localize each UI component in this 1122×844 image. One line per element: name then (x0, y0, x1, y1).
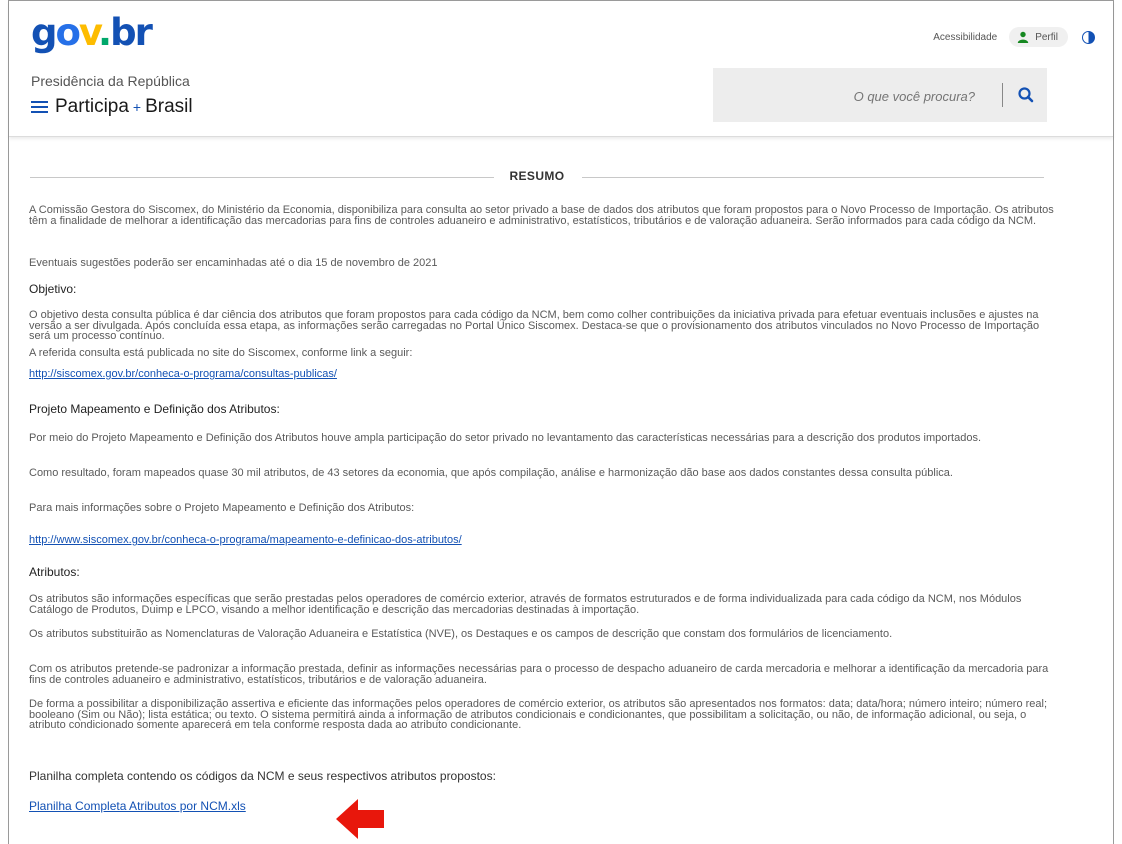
project-paragraph-3: Para mais informações sobre o Projeto Ma… (29, 502, 415, 514)
objective-link-intro: A referida consulta está publicada no si… (29, 347, 413, 359)
spreadsheet-download-link[interactable]: Planilha Completa Atributos por NCM.xls (29, 800, 246, 811)
consultas-publicas-link[interactable]: http://siscomex.gov.br/conheca-o-program… (29, 369, 337, 380)
objective-paragraph: O objetivo desta consulta pública é dar … (29, 309, 1040, 342)
search-separator (1002, 83, 1003, 107)
attributes-paragraph-1: Os atributos são informações específicas… (29, 593, 1022, 616)
menu-icon[interactable] (31, 100, 48, 114)
site-title: Participa + Brasil (31, 96, 193, 118)
intro-paragraph: A Comissão Gestora do Siscomex, do Minis… (29, 204, 1054, 227)
search-icon (1018, 87, 1034, 103)
main-content: RESUMO A Comissão Gestora do Siscomex, d… (9, 137, 1113, 844)
deadline-paragraph: Eventuais sugestões poderão ser encaminh… (29, 257, 438, 269)
section-heading: RESUMO (30, 167, 1044, 187)
profile-button[interactable]: Perfil (1009, 27, 1068, 47)
search-input[interactable] (723, 82, 977, 110)
search-button[interactable] (1013, 83, 1039, 107)
org-name: Presidência da República (31, 73, 190, 89)
logo-letters-br: br (110, 11, 153, 54)
project-paragraph-1: Por meio do Projeto Mapeamento e Definiç… (29, 432, 982, 444)
attributes-paragraph-4: De forma a possibilitar a disponibilizaç… (29, 698, 1048, 731)
logo-letter-v: v (78, 11, 100, 54)
logo-dot: . (98, 11, 112, 54)
site-name-plus: + (132, 99, 142, 115)
section-title: RESUMO (509, 169, 565, 183)
site-name-participa[interactable]: Participa (55, 96, 129, 118)
govbr-logo[interactable]: gov.br (31, 11, 153, 55)
accessibility-link[interactable]: Acessibilidade (933, 32, 997, 43)
attributes-paragraph-3: Com os atributos pretende-se padronizar … (29, 663, 1049, 686)
spreadsheet-heading: Planilha completa contendo os códigos da… (29, 769, 496, 783)
search-box (713, 68, 1047, 122)
contrast-icon[interactable] (1082, 30, 1095, 44)
mapeamento-link[interactable]: http://www.siscomex.gov.br/conheca-o-pro… (29, 535, 462, 546)
project-heading: Projeto Mapeamento e Definição dos Atrib… (29, 402, 280, 416)
profile-label: Perfil (1035, 31, 1058, 43)
header-actions: Acessibilidade Perfil (933, 27, 1095, 47)
logo-letter-o: o (55, 11, 81, 54)
project-paragraph-2: Como resultado, foram mapeados quase 30 … (29, 467, 953, 479)
site-header: gov.br Acessibilidade Perfil Presidência… (9, 1, 1113, 137)
attributes-heading: Atributos: (29, 565, 80, 579)
attributes-paragraph-2: Os atributos substituirão as Nomenclatur… (29, 628, 893, 640)
site-name-brasil[interactable]: Brasil (145, 96, 193, 118)
logo-letter-g: g (31, 11, 57, 54)
red-arrow-icon (336, 799, 384, 839)
objective-heading: Objetivo: (29, 282, 77, 296)
user-icon (1018, 31, 1029, 43)
